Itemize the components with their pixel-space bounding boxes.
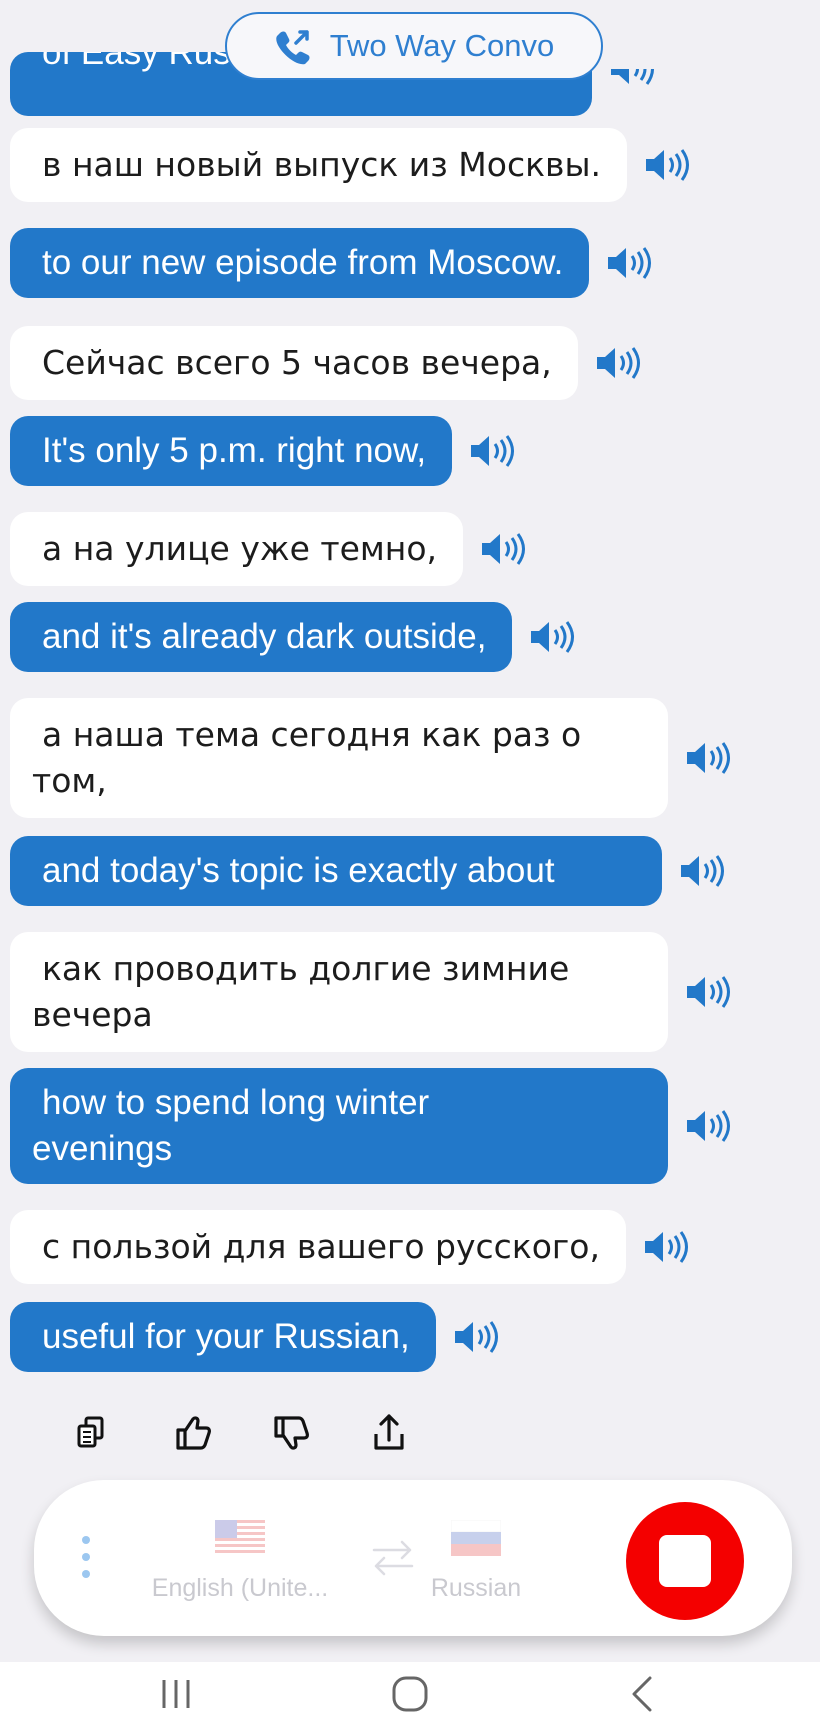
message-row: useful for your Russian, [10,1302,506,1372]
message-actions [70,1410,470,1460]
translation-bubble[interactable]: how to spend long winter evenings [10,1068,668,1184]
speaker-icon[interactable] [684,1106,738,1146]
translation-bubble[interactable]: useful for your Russian, [10,1302,436,1372]
source-bubble[interactable]: как проводить долгие зимние вечера [10,932,668,1052]
speaker-icon[interactable] [678,851,732,891]
message-row: а на улице уже темно, [10,512,533,586]
share-icon[interactable] [366,1410,412,1456]
source-bubble[interactable]: с пользой для вашего русского, [10,1210,626,1284]
source-bubble[interactable]: а на улице уже темно, [10,512,464,586]
stop-icon [659,1535,711,1587]
phone-call-icon [275,30,310,65]
message-row: It's only 5 p.m. right now, [10,416,522,486]
speaker-icon[interactable] [605,243,659,283]
back-icon[interactable] [622,1672,662,1716]
speaker-icon[interactable] [642,1227,696,1267]
speaker-icon[interactable] [684,972,738,1012]
speaker-icon[interactable] [684,738,738,778]
source-bubble[interactable]: Сейчас всего 5 часов вечера, [10,326,578,400]
message-row: Сейчас всего 5 часов вечера, [10,326,648,400]
conversation-list[interactable]: of Easy Russian, and welcome в наш новый… [0,0,820,1390]
source-language-label: English (Unite... [151,1574,329,1602]
speaker-icon[interactable] [479,529,533,569]
source-bubble[interactable]: в наш новый выпуск из Москвы. [10,128,628,202]
copy-icon[interactable] [70,1410,116,1456]
speaker-icon[interactable] [468,431,522,471]
translation-bubble[interactable]: and today's topic is exactly about [10,836,662,906]
more-options-icon[interactable] [78,1532,94,1582]
translation-bubble[interactable]: to our new episode from Moscow. [10,228,590,298]
thumbs-up-icon[interactable] [170,1410,216,1456]
source-language-selector[interactable]: English (Unite... [140,1520,340,1603]
stop-button[interactable] [626,1502,744,1620]
app-screen: of Easy Russian, and welcome в наш новый… [0,0,820,1734]
mode-label: Two Way Convo [329,28,555,63]
target-language-selector[interactable]: Russian [376,1519,576,1603]
speaker-icon[interactable] [452,1317,506,1357]
source-bubble[interactable]: а наша тема сегодня как раз о том, [10,698,668,818]
message-row: с пользой для вашего русского, [10,1210,696,1284]
message-row: как проводить долгие зимние вечера [10,932,738,1052]
target-language-label: Russian [430,1574,522,1602]
message-row: а наша тема сегодня как раз о том, [10,698,738,818]
recent-apps-icon[interactable] [156,1672,196,1716]
message-row: в наш новый выпуск из Москвы. [10,128,697,202]
speaker-icon[interactable] [608,49,662,89]
speaker-icon[interactable] [594,343,648,383]
speaker-icon[interactable] [643,145,697,185]
russia-flag-icon [450,1519,502,1556]
speaker-icon[interactable] [528,617,582,657]
message-row: and today's topic is exactly about [10,836,732,906]
message-row: to our new episode from Moscow. [10,228,659,298]
translation-bubble[interactable]: It's only 5 p.m. right now, [10,416,453,486]
translation-bubble[interactable]: and it's already dark outside, [10,602,513,672]
thumbs-down-icon[interactable] [268,1410,314,1456]
home-icon[interactable] [388,1672,432,1716]
two-way-convo-button[interactable]: Two Way Convo [225,12,603,80]
message-row: how to spend long winter evenings [10,1068,738,1184]
system-nav-bar [0,1662,820,1734]
us-flag-icon [215,1520,265,1556]
message-row: and it's already dark outside, [10,602,582,672]
